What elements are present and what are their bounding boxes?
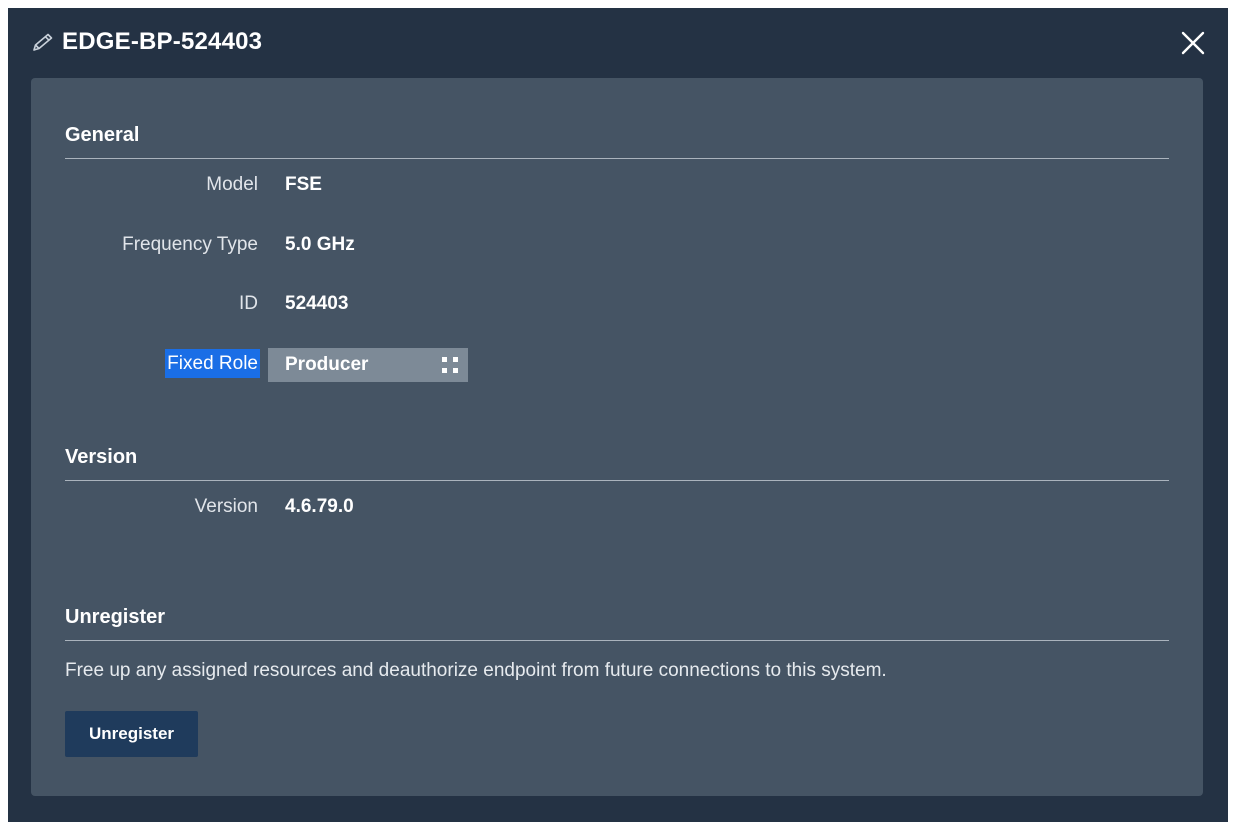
field-value-version: 4.6.79.0 bbox=[285, 496, 354, 517]
field-label-model: Model bbox=[206, 174, 258, 195]
fixed-role-label-text: Fixed Role bbox=[165, 349, 260, 378]
field-label-frequency-type: Frequency Type bbox=[122, 234, 258, 255]
fixed-role-selected-value: Producer bbox=[285, 354, 369, 375]
section-divider bbox=[65, 480, 1169, 481]
field-label-id: ID bbox=[239, 293, 258, 314]
field-value-frequency-type: 5.0 GHz bbox=[285, 234, 355, 255]
section-title-version: Version bbox=[65, 446, 138, 468]
section-title-general: General bbox=[65, 124, 140, 146]
field-label-version: Version bbox=[194, 496, 258, 517]
pencil-icon bbox=[33, 33, 53, 51]
dialog-title-bar: EDGE-BP-524403 bbox=[8, 8, 1228, 78]
section-divider bbox=[65, 640, 1169, 641]
field-value-id: 524403 bbox=[285, 293, 349, 314]
field-value-model: FSE bbox=[285, 174, 322, 195]
device-dialog: EDGE-BP-524403 General Model FSE Frequen… bbox=[8, 8, 1228, 822]
close-icon[interactable] bbox=[1180, 30, 1206, 56]
details-panel: General Model FSE Frequency Type 5.0 GHz… bbox=[31, 78, 1203, 796]
fixed-role-select[interactable]: Producer bbox=[268, 348, 468, 382]
unregister-description: Free up any assigned resources and deaut… bbox=[65, 660, 887, 681]
field-label-fixed-role: Fixed Role bbox=[165, 349, 260, 378]
section-title-unregister: Unregister bbox=[65, 606, 166, 628]
unregister-button[interactable]: Unregister bbox=[65, 711, 198, 757]
grip-icon bbox=[442, 357, 458, 373]
section-divider bbox=[65, 158, 1169, 159]
dialog-title: EDGE-BP-524403 bbox=[62, 28, 263, 55]
